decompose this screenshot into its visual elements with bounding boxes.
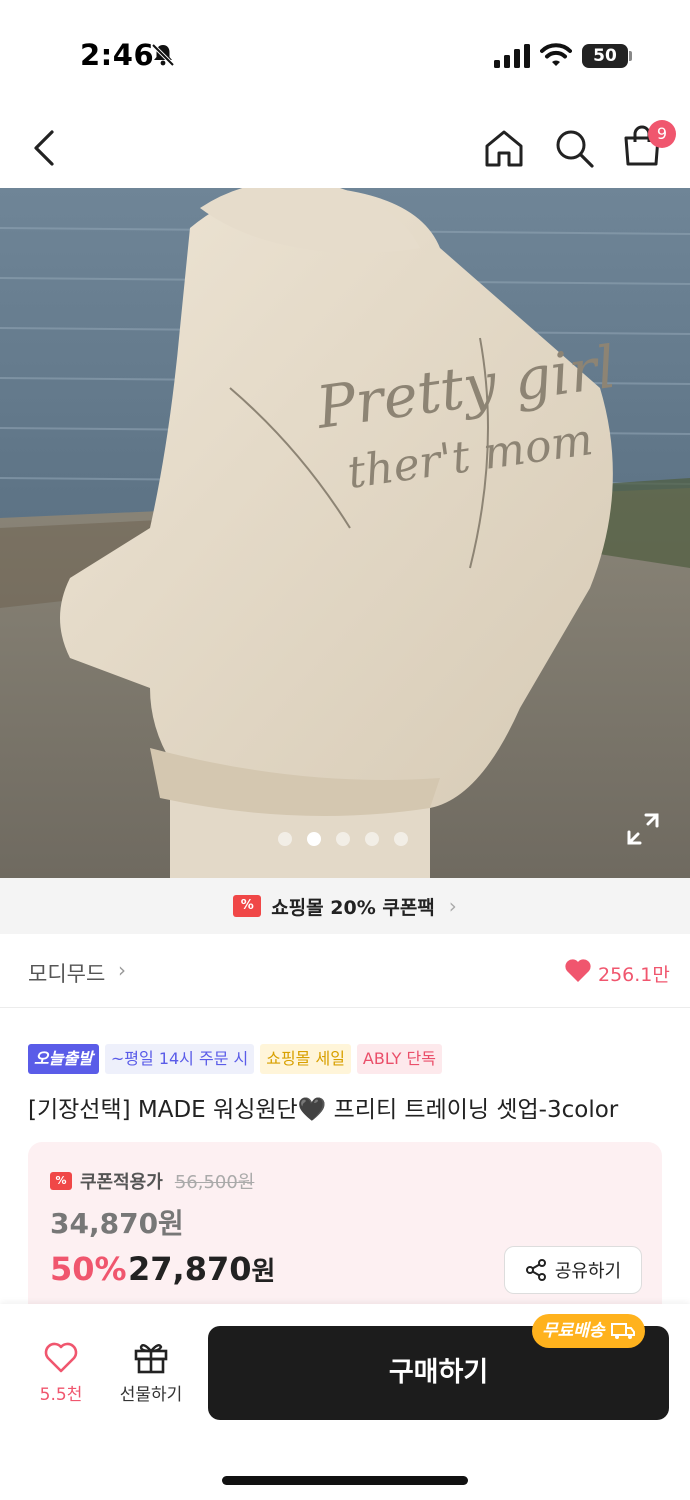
shop-like-count: 256.1만 <box>598 964 670 986</box>
gift-icon <box>134 1344 168 1374</box>
free-shipping-label: 무료배송 <box>542 1321 605 1341</box>
wishlist-button[interactable]: 5.5천 <box>28 1342 94 1412</box>
sale-price: 34,870원 <box>50 1207 184 1240</box>
coupon-pack-label: 쇼핑몰 20% 쿠폰팩 <box>271 896 435 919</box>
nav-bar: 9 <box>0 100 690 190</box>
fullscreen-expand-icon[interactable] <box>626 812 660 846</box>
coupon-price-row: % 쿠폰적용가 56,500원 <box>50 1168 254 1194</box>
gift-button[interactable]: 선물하기 <box>112 1340 190 1412</box>
heart-outline-icon <box>44 1342 78 1373</box>
wishlist-count: 5.5천 <box>39 1385 83 1405</box>
battery-tip <box>629 51 632 61</box>
final-price-amount: 27,870 <box>128 1250 252 1288</box>
tag-shop-sale: 쇼핑몰 세일 <box>260 1044 351 1074</box>
product-title: [기장선택] MADE 워싱원단🖤 프리티 트레이닝 셋업-3color <box>28 1097 619 1123</box>
wifi-icon <box>540 43 572 66</box>
battery-indicator: 50 <box>582 44 628 68</box>
carousel-dot[interactable] <box>365 832 379 846</box>
home-icon[interactable] <box>482 126 526 170</box>
truck-icon <box>610 1323 635 1339</box>
share-icon <box>525 1259 546 1281</box>
status-time: 2:46 <box>80 38 155 72</box>
product-tags: 오늘출발 ~평일 14시 주문 시 쇼핑몰 세일 ABLY 단독 <box>28 1044 442 1074</box>
coupon-pack-banner[interactable]: % 쇼핑몰 20% 쿠폰팩 › <box>0 878 690 934</box>
back-arrow-icon[interactable] <box>24 126 68 170</box>
coupon-icon: % <box>233 895 262 917</box>
discount-rate: 50% <box>50 1250 127 1288</box>
cart-count-badge: 9 <box>648 120 676 148</box>
tag-ably-exclusive: ABLY 단독 <box>356 1044 442 1074</box>
search-icon[interactable] <box>552 126 596 170</box>
gift-button-label: 선물하기 <box>119 1385 183 1405</box>
shop-name-link[interactable]: 모디무드 <box>28 958 105 988</box>
share-button-label: 공유하기 <box>554 1261 622 1282</box>
carousel-dot[interactable] <box>394 832 408 846</box>
product-photo: Pretty girl ther't mom <box>0 188 690 878</box>
final-price-unit: 원 <box>251 1257 276 1287</box>
coupon-icon: % <box>50 1172 72 1190</box>
heart-filled-icon[interactable] <box>564 958 592 984</box>
bell-off-icon <box>151 43 175 67</box>
signal-icon <box>494 44 530 68</box>
final-price: 27,870원 <box>128 1250 275 1288</box>
chevron-right-icon: › <box>448 894 457 918</box>
shop-row: 모디무드 › 256.1만 <box>0 934 690 1008</box>
status-bar: 2:46 50 <box>0 0 690 100</box>
share-button[interactable]: 공유하기 <box>504 1246 642 1294</box>
chevron-right-icon[interactable]: › <box>118 958 126 982</box>
carousel-dot-active[interactable] <box>307 832 321 846</box>
coupon-price-label: 쿠폰적용가 <box>80 1172 163 1193</box>
carousel-dot[interactable] <box>278 832 292 846</box>
home-indicator <box>222 1476 468 1485</box>
product-image-carousel[interactable]: Pretty girl ther't mom <box>0 188 690 878</box>
carousel-dots <box>278 832 408 846</box>
bottom-action-bar: 5.5천 선물하기 구매하기 무료배송 <box>0 1304 690 1500</box>
free-shipping-badge: 무료배송 <box>532 1314 645 1348</box>
tag-order-deadline: ~평일 14시 주문 시 <box>104 1044 255 1074</box>
original-price: 56,500원 <box>174 1172 255 1193</box>
carousel-dot[interactable] <box>336 832 350 846</box>
tag-today-ship: 오늘출발 <box>28 1044 99 1074</box>
